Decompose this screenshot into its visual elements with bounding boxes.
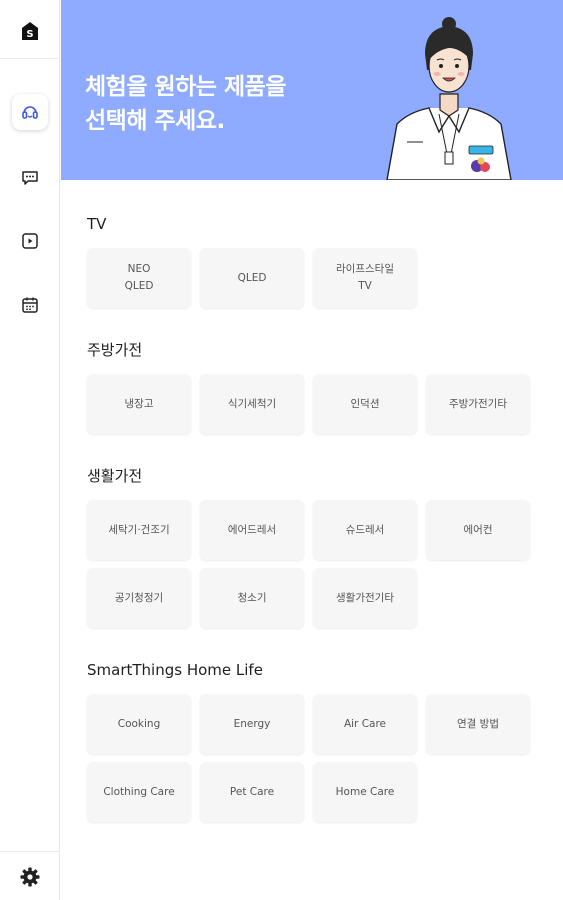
- category-card[interactable]: 식기세척기: [200, 374, 304, 434]
- section-title: TV: [87, 215, 107, 233]
- sidebar-divider: [0, 58, 60, 59]
- category-card[interactable]: 생활가전기타: [313, 568, 417, 628]
- category-card[interactable]: Energy: [200, 694, 304, 754]
- nav-reservation[interactable]: [12, 287, 48, 323]
- section-title: 생활가전: [87, 467, 143, 485]
- category-grid: 세탁기·건조기 에어드레서 슈드레서 에어컨 공기청정기 청소기 생활가전기타: [87, 500, 547, 628]
- nav-video[interactable]: [12, 223, 48, 259]
- section-title: 주방가전: [87, 341, 143, 359]
- nav-consult[interactable]: [12, 94, 48, 130]
- section-title: SmartThings Home Life: [87, 661, 263, 679]
- category-card[interactable]: 주방가전기타: [426, 374, 530, 434]
- category-card[interactable]: 연결 방법: [426, 694, 530, 754]
- headset-icon: [22, 106, 38, 119]
- section-smartthings: SmartThings Home Life Cooking Energy Air…: [87, 646, 547, 822]
- product-categories: TV NEO QLED QLED 라이프스타일 TV 주방가전 냉장고 식기세척…: [87, 200, 547, 840]
- category-card[interactable]: 공기청정기: [87, 568, 191, 628]
- play-icon: [22, 233, 38, 249]
- nav-chat[interactable]: [12, 159, 48, 195]
- category-grid: 냉장고 식기세척기 인덕션 주방가전기타: [87, 374, 547, 434]
- banner-title: 체험을 원하는 제품을 선택해 주세요.: [85, 74, 286, 134]
- section-kitchen: 주방가전 냉장고 식기세척기 인덕션 주방가전기타: [87, 326, 547, 434]
- category-card[interactable]: Home Care: [313, 762, 417, 822]
- section-living: 생활가전 세탁기·건조기 에어드레서 슈드레서 에어컨 공기청정기 청소기 생활…: [87, 452, 547, 628]
- category-card[interactable]: 청소기: [200, 568, 304, 628]
- category-card[interactable]: 에어드레서: [200, 500, 304, 560]
- category-card[interactable]: QLED: [200, 248, 304, 308]
- logo-letter: S: [26, 29, 33, 40]
- calendar-icon: [22, 297, 38, 313]
- sidebar: S: [0, 0, 60, 900]
- category-card[interactable]: 세탁기·건조기: [87, 500, 191, 560]
- category-card[interactable]: Cooking: [87, 694, 191, 754]
- agent-illustration: [386, 17, 512, 180]
- category-card[interactable]: Air Care: [313, 694, 417, 754]
- category-card[interactable]: Pet Care: [200, 762, 304, 822]
- category-card[interactable]: 라이프스타일 TV: [313, 248, 417, 308]
- category-card[interactable]: 에어컨: [426, 500, 530, 560]
- gear-icon[interactable]: [19, 866, 41, 888]
- category-card[interactable]: 인덕션: [313, 374, 417, 434]
- sidebar-bottom-divider: [0, 851, 60, 852]
- category-card[interactable]: Clothing Care: [87, 762, 191, 822]
- samsung-store-logo-icon[interactable]: S: [19, 20, 41, 42]
- category-grid: Cooking Energy Air Care 연결 방법 Clothing C…: [87, 694, 547, 822]
- category-grid: NEO QLED QLED 라이프스타일 TV: [87, 248, 547, 308]
- category-card[interactable]: 슈드레서: [313, 500, 417, 560]
- chat-icon: [22, 171, 38, 185]
- category-card[interactable]: NEO QLED: [87, 248, 191, 308]
- section-tv: TV NEO QLED QLED 라이프스타일 TV: [87, 200, 547, 308]
- category-card[interactable]: 냉장고: [87, 374, 191, 434]
- hero-banner: 체험을 원하는 제품을 선택해 주세요.: [61, 0, 563, 180]
